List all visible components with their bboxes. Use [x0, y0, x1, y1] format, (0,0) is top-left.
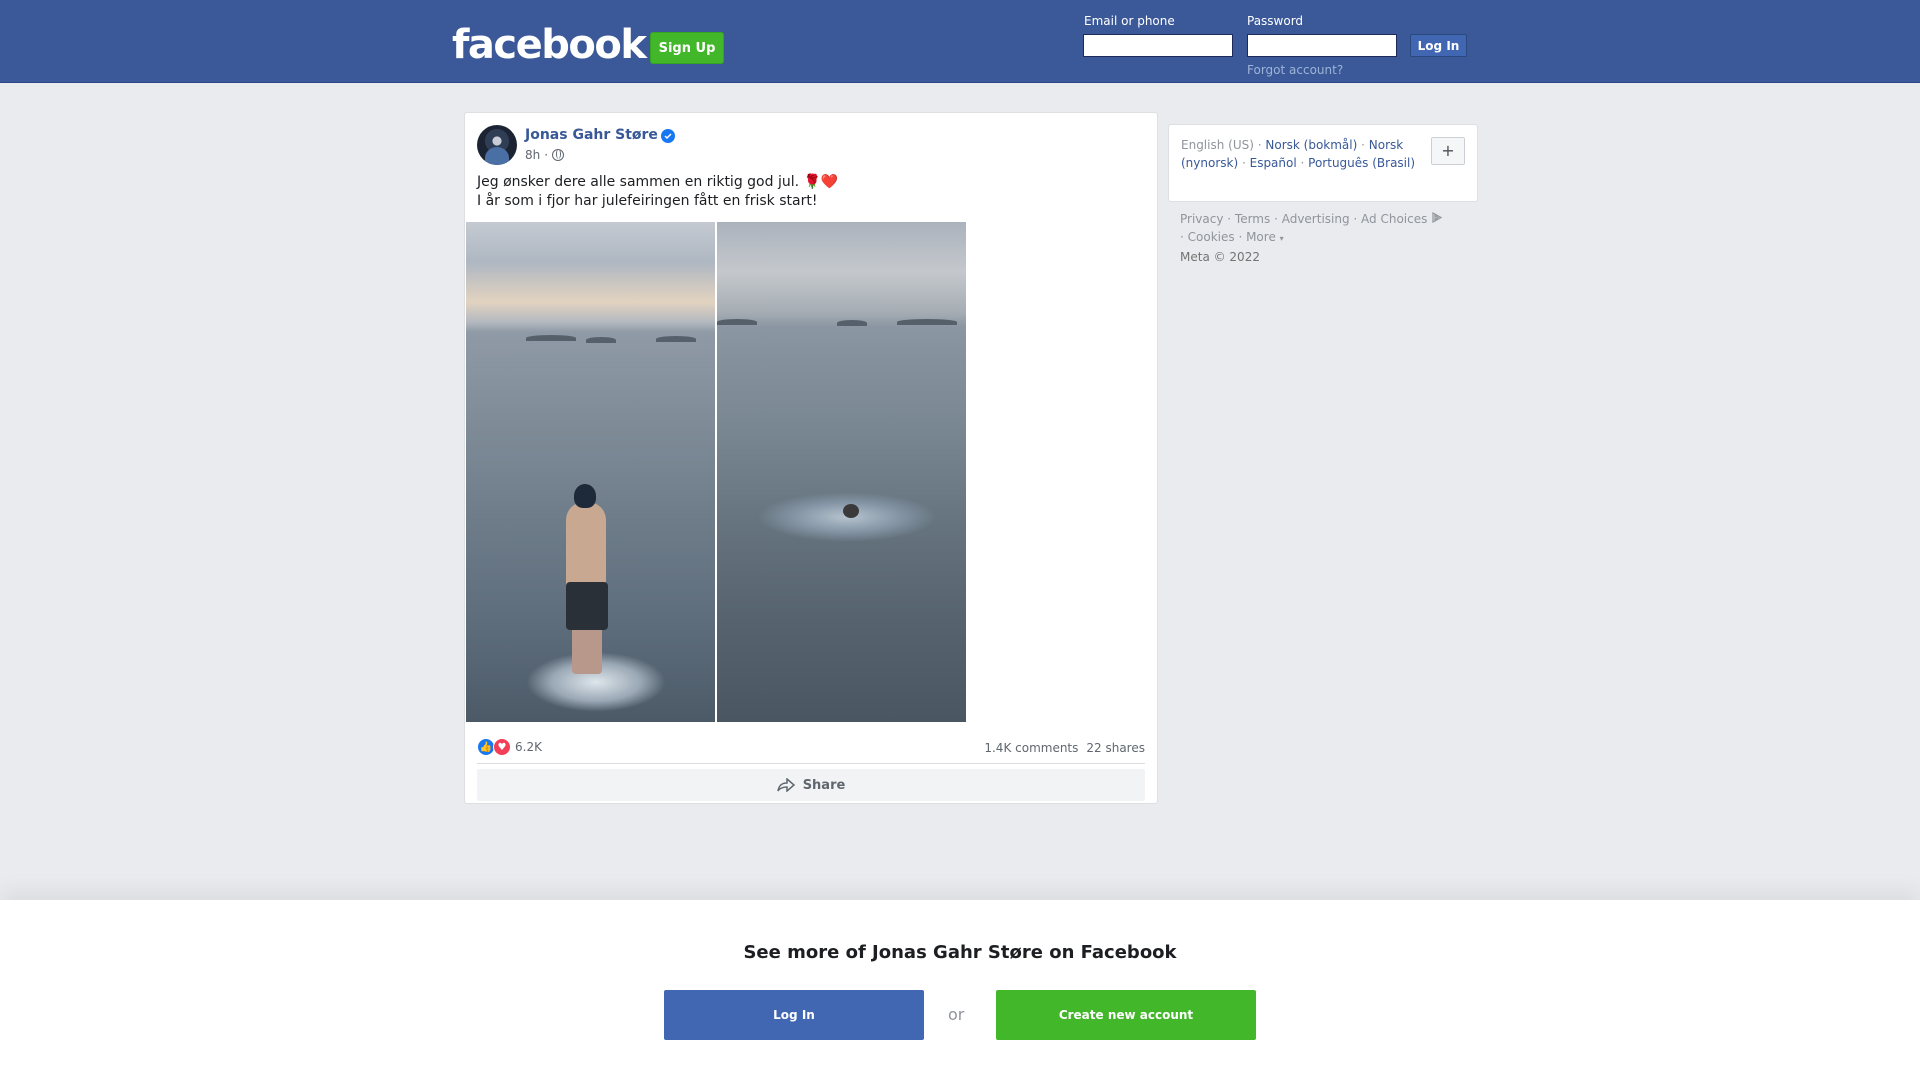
love-icon: ♥: [493, 738, 511, 756]
copyright: Meta © 2022: [1180, 250, 1260, 264]
top-bar: facebook Sign Up Email or phone Password…: [0, 0, 1920, 83]
forgot-account-link[interactable]: Forgot account?: [1247, 63, 1343, 77]
shares-count[interactable]: 22 shares: [1086, 741, 1145, 755]
header-login-button[interactable]: Log In: [1410, 34, 1467, 57]
post-counts: 1.4K comments 22 shares: [984, 741, 1145, 755]
language-selector: English (US) · Norsk (bokmål) · Norsk (n…: [1168, 124, 1478, 202]
verified-icon: [661, 129, 675, 143]
avatar[interactable]: [477, 125, 517, 165]
post-text-line-2: I år som i fjor har julefeiringen fått e…: [477, 193, 818, 209]
current-language: English (US): [1181, 138, 1254, 152]
language-link[interactable]: Norsk (bokmål): [1265, 138, 1357, 152]
post-photo-1[interactable]: [466, 222, 715, 722]
or-label: or: [948, 1005, 965, 1024]
footer-link-privacy[interactable]: Privacy: [1180, 212, 1223, 226]
post-card: Jonas Gahr Støre 8h · Jeg ønsker dere al…: [464, 112, 1158, 804]
more-languages-button[interactable]: +: [1431, 137, 1465, 165]
ad-choices-icon: [1432, 211, 1443, 224]
share-label: Share: [802, 777, 846, 793]
post-photo-2[interactable]: [717, 222, 966, 722]
overlay-login-button[interactable]: Log In: [664, 990, 924, 1040]
password-field[interactable]: [1247, 34, 1397, 57]
post-text-line-1: Jeg ønsker dere alle sammen en riktig go…: [477, 174, 839, 190]
footer-link-ad-choices[interactable]: Ad Choices: [1361, 212, 1427, 226]
post-author[interactable]: Jonas Gahr Støre: [525, 127, 658, 143]
sign-up-button[interactable]: Sign Up: [650, 32, 724, 64]
globe-icon: [552, 149, 565, 161]
create-account-button[interactable]: Create new account: [996, 990, 1256, 1040]
share-icon: [776, 778, 795, 792]
footer-link-more[interactable]: More: [1246, 230, 1276, 244]
reactions[interactable]: 👍 ♥ 6.2K: [477, 738, 542, 756]
facebook-logo[interactable]: facebook: [452, 22, 647, 68]
footer-link-terms[interactable]: Terms: [1235, 212, 1270, 226]
share-button[interactable]: Share: [477, 769, 1145, 801]
post-meta: 8h ·: [525, 148, 565, 162]
footer-link-cookies[interactable]: Cookies: [1188, 230, 1235, 244]
reaction-count: 6.2K: [515, 740, 542, 754]
post-text: Jeg ønsker dere alle sammen en riktig go…: [477, 173, 838, 211]
language-link[interactable]: Español: [1250, 156, 1297, 170]
password-label: Password: [1247, 14, 1304, 28]
footer: Privacy · Terms · Advertising · Ad Choic…: [1180, 210, 1480, 266]
language-link[interactable]: Português (Brasil): [1308, 156, 1415, 170]
email-field[interactable]: [1083, 34, 1233, 57]
comments-count[interactable]: 1.4K comments: [984, 741, 1078, 755]
overlay-title: See more of Jonas Gahr Støre on Facebook: [743, 942, 1177, 963]
post-time[interactable]: 8h: [525, 148, 540, 162]
email-label: Email or phone: [1084, 14, 1175, 28]
login-prompt-overlay: See more of Jonas Gahr Støre on Facebook…: [0, 900, 1920, 1080]
footer-link-advertising[interactable]: Advertising: [1282, 212, 1350, 226]
divider: [477, 763, 1145, 764]
caret-down-icon: ▾: [1279, 234, 1284, 243]
